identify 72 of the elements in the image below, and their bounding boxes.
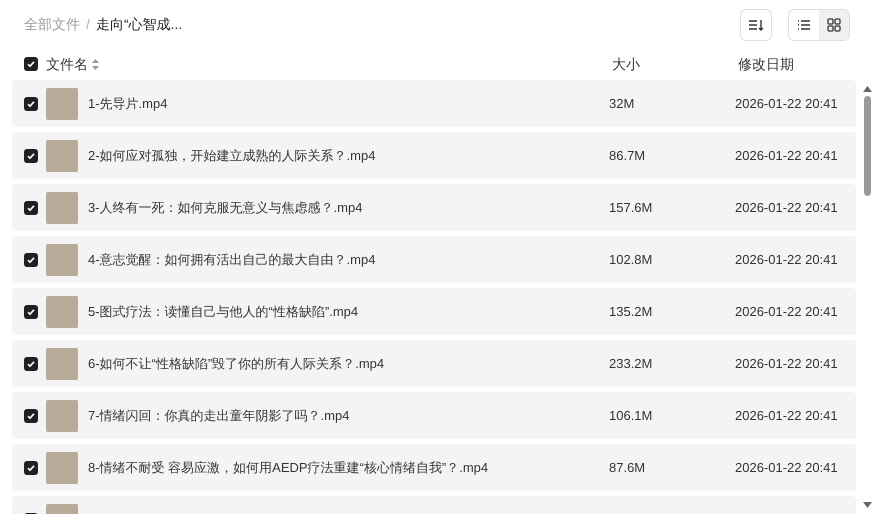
file-size: 102.8M xyxy=(609,250,654,269)
modified-date: 2026-01-22 20:41 xyxy=(735,146,838,165)
video-thumbnail xyxy=(46,88,78,120)
video-thumbnail xyxy=(46,400,78,432)
video-thumbnail xyxy=(46,192,78,224)
file-row[interactable]: 8-情绪不耐受 容易应激，如何用AEDP疗法重建“核心情绪自我”？.mp4 87.6M 2026-01-22 20:41 xyxy=(12,444,856,491)
grid-icon xyxy=(827,18,841,32)
checkbox[interactable] xyxy=(24,356,38,370)
checkbox[interactable] xyxy=(24,408,38,422)
file-row[interactable]: 5-图式疗法：读懂自己与他人的“性格缺陷”.mp4 135.2M 2026-01-22 20:41 xyxy=(12,288,856,335)
modified-date: 2026-01-22 20:41 xyxy=(735,302,838,321)
sort-button[interactable] xyxy=(740,8,772,40)
file-size: 86.7M xyxy=(609,146,646,165)
file-row[interactable]: 6-如何不让“性格缺陷”毁了你的所有人际关系？.mp4 233.2M 2026-01-22 20:41 xyxy=(12,340,856,387)
file-row[interactable]: 1-先导片.mp4 32M 2026-01-22 20:41 xyxy=(12,80,856,127)
column-header[interactable]: 修改日期 xyxy=(738,54,794,74)
checkbox[interactable] xyxy=(24,148,38,162)
scrollbar-thumb[interactable] xyxy=(864,96,870,196)
file-name[interactable]: 5-图式疗法：读懂自己与他人的“性格缺陷”.mp4 xyxy=(88,302,609,322)
checkmark-icon xyxy=(26,150,36,160)
breadcrumb-separator: / xyxy=(86,15,90,34)
file-name[interactable]: 6-如何不让“性格缺陷”毁了你的所有人际关系？.mp4 xyxy=(88,354,609,374)
file-row[interactable]: 2-如何应对孤独，开始建立成熟的人际关系？.mp4 86.7M 2026-01-22 20:41 xyxy=(12,132,856,179)
checkbox[interactable] xyxy=(24,57,38,71)
file-name[interactable]: 8-情绪不耐受 容易应激，如何用AEDP疗法重建“核心情绪自我”？.mp4 xyxy=(88,458,609,478)
modified-date: 2026-01-22 20:41 xyxy=(735,198,838,217)
file-name[interactable]: 3-人终有一死：如何克服无意义与焦虑感？.mp4 xyxy=(88,198,609,218)
checkmark-icon xyxy=(26,358,36,368)
file-name[interactable]: 2-如何应对孤独，开始建立成熟的人际关系？.mp4 xyxy=(88,146,609,166)
file-row[interactable]: 4-意志觉醒：如何拥有活出自己的最大自由？.mp4 102.8M 2026-01-22 20:41 xyxy=(12,236,856,283)
checkmark-icon xyxy=(26,59,36,69)
checkbox[interactable] xyxy=(24,200,38,214)
scroll-up-icon[interactable] xyxy=(862,86,872,92)
file-size: 32M xyxy=(609,94,636,113)
checkbox[interactable] xyxy=(24,460,38,474)
grid-view-button[interactable] xyxy=(819,10,849,40)
checkbox[interactable] xyxy=(24,96,38,110)
file-name[interactable]: 1-先导片.mp4 xyxy=(88,94,609,114)
modified-date: 2026-01-22 20:41 xyxy=(735,406,838,425)
file-row[interactable]: 3-人终有一死：如何克服无意义与焦虑感？.mp4 157.6M 2026-01-22 20:41 xyxy=(12,184,856,231)
video-thumbnail xyxy=(46,348,78,380)
modified-date: 2026-01-22 20:41 xyxy=(735,250,838,269)
file-size: 87.6M xyxy=(609,458,646,477)
video-thumbnail xyxy=(46,296,78,328)
column-header[interactable]: 大小 xyxy=(612,54,738,74)
scroll-down-icon[interactable] xyxy=(862,502,872,508)
file-size: 135.2M xyxy=(609,302,654,321)
sort-icon xyxy=(748,18,764,32)
video-thumbnail xyxy=(46,140,78,172)
sort-arrows-icon xyxy=(92,58,99,70)
list-icon xyxy=(797,18,811,30)
checkmark-icon xyxy=(26,254,36,264)
column-header[interactable]: 文件名 xyxy=(46,54,88,74)
file-row[interactable]: 7-情绪闪回：你真的走出童年阴影了吗？.mp4 106.1M 2026-01-22 20:41 xyxy=(12,392,856,439)
checkmark-icon xyxy=(26,202,36,212)
file-size: 106.1M xyxy=(609,406,654,425)
checkmark-icon xyxy=(26,98,36,108)
modified-date: 2026-01-22 20:41 xyxy=(735,94,838,113)
video-thumbnail xyxy=(46,244,78,276)
checkmark-icon xyxy=(26,462,36,472)
file-size: 233.2M xyxy=(609,354,654,373)
modified-date: 2026-01-22 20:41 xyxy=(735,458,838,477)
file-size: 157.6M xyxy=(609,198,654,217)
modified-date: 2026-01-22 20:41 xyxy=(735,354,838,373)
checkmark-icon xyxy=(26,410,36,420)
file-name[interactable]: 4-意志觉醒：如何拥有活出自己的最大自由？.mp4 xyxy=(88,250,609,270)
checkmark-icon xyxy=(26,306,36,316)
video-thumbnail xyxy=(46,452,78,484)
breadcrumb-item[interactable]: 走向“心智成... xyxy=(96,14,182,35)
file-name[interactable]: 7-情绪闪回：你真的走出童年阴影了吗？.mp4 xyxy=(88,406,609,426)
checkbox[interactable] xyxy=(24,304,38,318)
checkbox[interactable] xyxy=(24,252,38,266)
